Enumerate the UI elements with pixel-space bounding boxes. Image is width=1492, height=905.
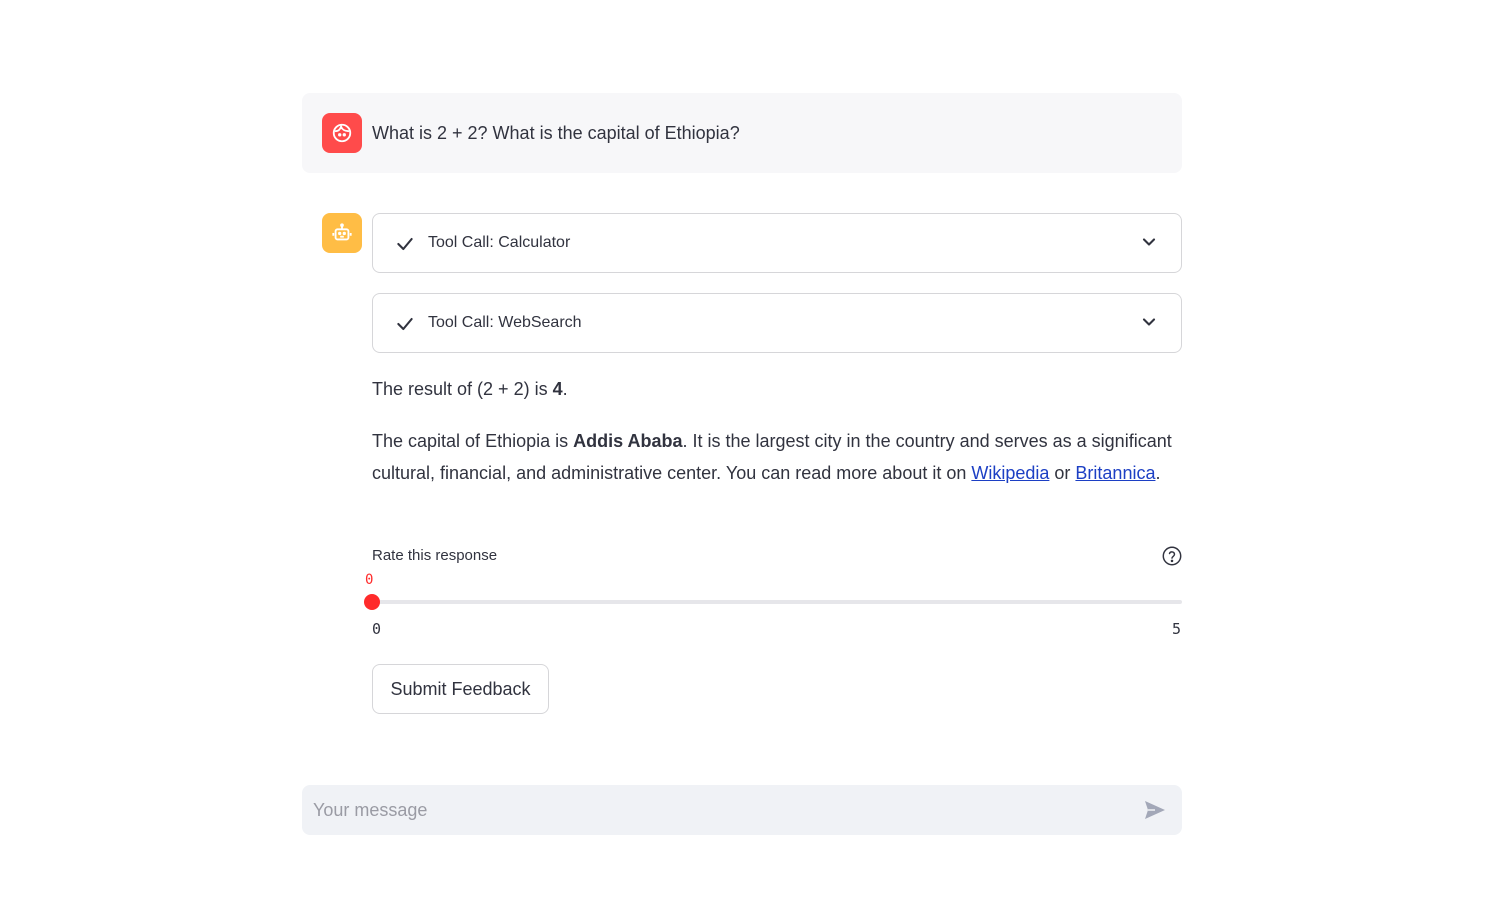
user-message: What is 2 + 2? What is the capital of Et… <box>302 93 1182 173</box>
slider-max-label: 5 <box>1172 620 1182 638</box>
wikipedia-link[interactable]: Wikipedia <box>971 463 1049 483</box>
user-face-icon <box>332 123 352 143</box>
chat-input-bar <box>302 785 1182 835</box>
answer-bold: Addis Ababa <box>573 431 683 451</box>
tool-call-label: Tool Call: WebSearch <box>428 314 582 331</box>
answer-text: . <box>1155 463 1161 483</box>
answer-paragraph-capital: The capital of Ethiopia is Addis Ababa. … <box>372 425 1182 489</box>
user-avatar <box>322 113 362 153</box>
assistant-avatar <box>322 213 362 253</box>
robot-icon <box>332 223 352 241</box>
chevron-down-icon[interactable] <box>1139 312 1159 332</box>
check-icon <box>397 237 413 251</box>
answer-text: or <box>1049 463 1076 483</box>
slider-current-value: 0 <box>365 572 374 588</box>
rating-label: Rate this response <box>372 547 498 564</box>
submit-feedback-button[interactable]: Submit Feedback <box>372 664 549 714</box>
check-icon <box>397 317 413 331</box>
send-icon[interactable] <box>1142 798 1168 822</box>
rating-slider[interactable] <box>364 594 1182 610</box>
chevron-down-icon[interactable] <box>1139 232 1159 252</box>
message-input[interactable] <box>302 785 1122 835</box>
tool-call-label: Tool Call: Calculator <box>428 234 571 251</box>
answer-bold: 4 <box>552 379 563 399</box>
answer-text: . <box>562 379 568 399</box>
slider-thumb[interactable] <box>364 594 380 610</box>
answer-text: The result of (2 + 2) is <box>372 379 553 399</box>
tool-call-websearch-expander[interactable]: Tool Call: WebSearch <box>372 293 1182 353</box>
britannica-link[interactable]: Britannica <box>1075 463 1155 483</box>
user-message-text: What is 2 + 2? What is the capital of Et… <box>372 123 740 143</box>
answer-text: The capital of Ethiopia is <box>372 431 574 451</box>
slider-min-label: 0 <box>372 620 382 638</box>
tool-call-calculator-expander[interactable]: Tool Call: Calculator <box>372 213 1182 273</box>
answer-paragraph-math: The result of (2 + 2) is 4. <box>372 373 1182 405</box>
help-circle-icon[interactable] <box>1161 545 1183 567</box>
